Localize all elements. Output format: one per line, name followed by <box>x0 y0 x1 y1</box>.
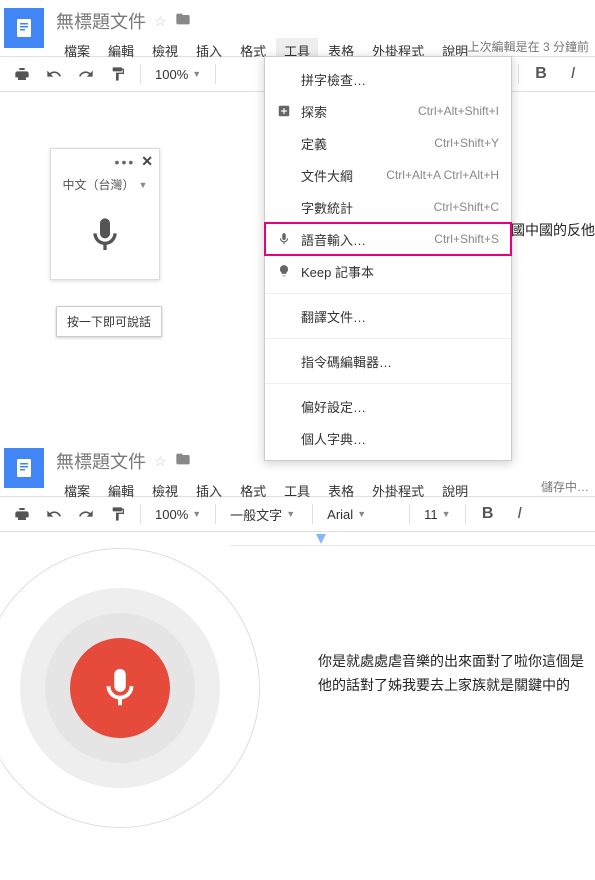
docs-logo[interactable] <box>4 448 44 488</box>
mic-icon <box>275 230 293 248</box>
menu-item-label: 翻譯文件… <box>301 307 366 326</box>
menu-item-個人字典…[interactable]: 個人字典… <box>265 422 511 454</box>
menu-separator <box>265 383 511 384</box>
menu-item-偏好設定…[interactable]: 偏好設定… <box>265 390 511 422</box>
font-select[interactable]: Arial▼ <box>321 500 401 528</box>
menu-item-label: 語音輸入… <box>301 230 366 249</box>
menu-item-翻譯文件…[interactable]: 翻譯文件… <box>265 300 511 332</box>
redo-icon[interactable] <box>72 500 100 528</box>
folder-icon[interactable] <box>175 451 191 472</box>
save-status: 上次編輯是在 3 分鐘前 <box>468 38 589 55</box>
toolbar: 100%▼ 一般文字▼ Arial▼ 11▼ B I <box>0 496 595 532</box>
menu-item-label: 偏好設定… <box>301 397 366 416</box>
document-text-fragment: 國中國的反他 <box>511 220 595 240</box>
document-body[interactable]: 你是就處處虐音樂的出來面對了啦你這個是 他的話對了姊我要去上家族就是關鍵中的 <box>318 650 584 698</box>
more-icon[interactable]: ••• <box>115 154 136 170</box>
font-size-value: 11 <box>424 507 438 522</box>
voice-language-label: 中文（台灣） <box>63 176 135 193</box>
menu-item-label: 定義 <box>301 134 327 153</box>
menu-item-Keep 記事本[interactable]: Keep 記事本 <box>265 255 511 287</box>
voice-tooltip: 按一下即可說話 <box>56 306 162 337</box>
italic-button[interactable]: I <box>506 500 534 528</box>
font-value: Arial <box>327 507 353 522</box>
menu-item-探索[interactable]: 探索 Ctrl+Alt+Shift+I <box>265 95 511 127</box>
bold-button[interactable]: B <box>527 60 555 88</box>
voice-mic-active-button[interactable] <box>70 638 170 738</box>
menu-item-label: 個人字典… <box>301 429 366 448</box>
paint-format-icon[interactable] <box>104 500 132 528</box>
menu-separator <box>265 338 511 339</box>
menu-shortcut: Ctrl+Shift+C <box>434 200 499 214</box>
undo-icon[interactable] <box>40 500 68 528</box>
zoom-select[interactable]: 100%▼ <box>149 60 207 88</box>
menu-item-語音輸入…[interactable]: 語音輸入… Ctrl+Shift+S <box>265 223 511 255</box>
menu-shortcut: Ctrl+Alt+A Ctrl+Alt+H <box>386 168 499 182</box>
plus-icon <box>275 102 293 120</box>
menu-item-label: 字數統計 <box>301 198 353 217</box>
menu-item-label: 文件大綱 <box>301 166 353 185</box>
paragraph-style-value: 一般文字 <box>230 505 282 524</box>
star-icon[interactable]: ☆ <box>154 13 167 30</box>
menu-item-拼字檢查…[interactable]: 拼字檢查… <box>265 63 511 95</box>
print-icon[interactable] <box>8 60 36 88</box>
redo-icon[interactable] <box>72 60 100 88</box>
voice-language-select[interactable]: 中文（台灣） ▼ <box>51 174 159 199</box>
docs-logo[interactable] <box>4 8 44 48</box>
bulb-icon <box>275 262 293 280</box>
doc-line: 他的話對了姊我要去上家族就是關鍵中的 <box>318 674 584 698</box>
voice-input-panel: ••• ✕ 中文（台灣） ▼ <box>50 148 160 280</box>
tools-dropdown: 拼字檢查… 探索 Ctrl+Alt+Shift+I 定義 Ctrl+Shift+Y 文件大… <box>264 56 512 461</box>
menu-item-label: 拼字檢查… <box>301 70 366 89</box>
menu-item-label: 指令碼編輯器… <box>301 352 392 371</box>
paint-format-icon[interactable] <box>104 60 132 88</box>
undo-icon[interactable] <box>40 60 68 88</box>
ruler[interactable] <box>230 532 595 546</box>
menu-shortcut: Ctrl+Alt+Shift+I <box>418 104 499 118</box>
menu-shortcut: Ctrl+Shift+Y <box>434 136 499 150</box>
star-icon[interactable]: ☆ <box>154 453 167 470</box>
zoom-value: 100% <box>155 507 188 522</box>
menu-item-label: 探索 <box>301 102 327 121</box>
zoom-select[interactable]: 100%▼ <box>149 500 207 528</box>
print-icon[interactable] <box>8 500 36 528</box>
doc-line: 你是就處處虐音樂的出來面對了啦你這個是 <box>318 650 584 674</box>
menu-item-文件大綱[interactable]: 文件大綱 Ctrl+Alt+A Ctrl+Alt+H <box>265 159 511 191</box>
doc-title[interactable]: 無標題文件 <box>56 8 146 34</box>
italic-button[interactable]: I <box>559 60 587 88</box>
voice-mic-button[interactable] <box>51 199 159 279</box>
menu-item-指令碼編輯器…[interactable]: 指令碼編輯器… <box>265 345 511 377</box>
zoom-value: 100% <box>155 67 188 82</box>
menu-shortcut: Ctrl+Shift+S <box>434 232 499 246</box>
voice-recording-indicator <box>0 528 280 848</box>
close-icon[interactable]: ✕ <box>141 153 153 170</box>
bold-button[interactable]: B <box>474 500 502 528</box>
font-size-select[interactable]: 11▼ <box>418 500 456 528</box>
menu-item-label: Keep 記事本 <box>301 262 374 281</box>
menu-item-定義[interactable]: 定義 Ctrl+Shift+Y <box>265 127 511 159</box>
save-status: 儲存中… <box>541 478 589 495</box>
menu-item-字數統計[interactable]: 字數統計 Ctrl+Shift+C <box>265 191 511 223</box>
paragraph-style-select[interactable]: 一般文字▼ <box>224 500 304 528</box>
folder-icon[interactable] <box>175 11 191 32</box>
menu-separator <box>265 293 511 294</box>
doc-title[interactable]: 無標題文件 <box>56 448 146 474</box>
